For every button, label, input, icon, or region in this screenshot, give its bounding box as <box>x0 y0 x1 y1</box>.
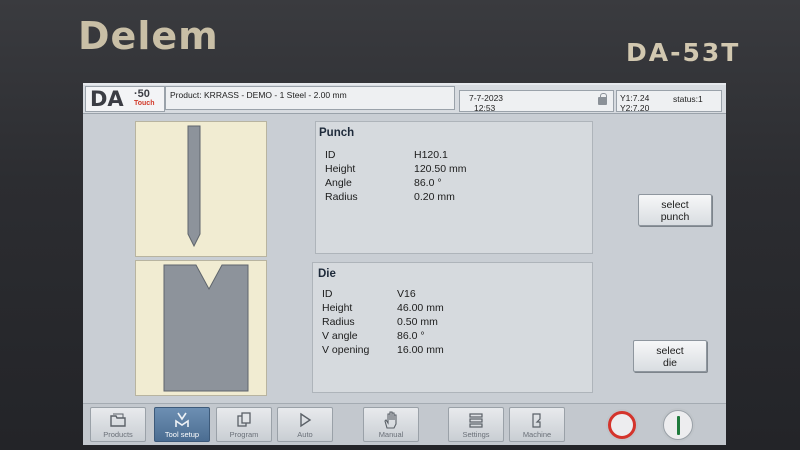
label: ID <box>325 149 336 161</box>
die-title: Die <box>318 268 336 280</box>
logo-da: DA <box>90 87 124 111</box>
device-bezel: Delem DA-53T DA ·50 Touch Product: KRRAS… <box>0 0 800 450</box>
select-punch-button[interactable]: select punch <box>638 194 712 226</box>
nav-label: Tool setup <box>164 430 200 439</box>
value: 0.20 mm <box>414 191 455 203</box>
start-bar <box>677 416 680 435</box>
nav-label: Settings <box>462 430 490 439</box>
start-icon <box>663 410 693 440</box>
value: 86.0 ° <box>414 177 442 189</box>
touch-screen: DA ·50 Touch Product: KRRASS - DEMO - 1 … <box>83 83 726 445</box>
nav-label: Products <box>103 430 133 439</box>
list-icon <box>449 408 503 430</box>
button-label: select <box>656 345 684 357</box>
value: 120.50 mm <box>414 163 467 175</box>
label: Angle <box>325 177 352 189</box>
nav-label: Program <box>229 430 259 439</box>
y2-position: Y2:7.20 <box>620 103 650 113</box>
stop-button[interactable] <box>603 408 641 442</box>
punch-title: Punch <box>319 127 355 139</box>
value: 16.00 mm <box>397 344 444 356</box>
punch-illustration <box>135 121 267 257</box>
label: Radius <box>325 191 358 203</box>
die-shape-icon <box>163 264 249 392</box>
label: Height <box>325 163 356 175</box>
label: V opening <box>322 344 370 356</box>
punch-panel: Punch ID H120.1 Height 120.50 mm Angle 8… <box>315 121 593 254</box>
folder-icon <box>91 408 145 430</box>
logo-touch: Touch <box>134 100 155 107</box>
hand-icon <box>364 408 418 430</box>
select-die-button[interactable]: select die <box>633 340 707 372</box>
value: H120.1 <box>414 149 448 161</box>
nav-label: Machine <box>522 430 552 439</box>
die-illustration <box>135 260 267 396</box>
value: 0.50 mm <box>397 316 438 328</box>
product-info[interactable]: Product: KRRASS - DEMO - 1 Steel - 2.00 … <box>165 86 455 110</box>
model-label: DA-53T <box>626 38 741 67</box>
machine-icon <box>510 408 564 430</box>
nav-settings[interactable]: Settings <box>448 407 504 442</box>
pages-icon <box>217 408 271 430</box>
nav-program[interactable]: Program <box>216 407 272 442</box>
label: ID <box>322 288 333 300</box>
header-bar: DA ·50 Touch Product: KRRASS - DEMO - 1 … <box>83 85 726 114</box>
button-label: die <box>662 357 677 369</box>
y1-position: Y1:7.24 <box>620 93 650 103</box>
label: Radius <box>322 316 355 328</box>
date: 7-7-2023 <box>469 93 504 103</box>
stop-icon <box>608 411 636 439</box>
tool-setup-content: Punch ID H120.1 Height 120.50 mm Angle 8… <box>83 114 726 404</box>
button-label: select <box>661 199 689 211</box>
button-label: punch <box>660 211 690 223</box>
machine-status: status:1 <box>673 94 703 104</box>
die-panel: Die ID V16 Height 46.00 mm Radius 0.50 m… <box>312 262 593 393</box>
bottom-navigation: Products Tool setup Program Auto Manual … <box>83 403 726 445</box>
tool-icon <box>155 408 209 430</box>
brand-logo: Delem <box>78 14 219 58</box>
da-logo: DA ·50 Touch <box>85 86 165 112</box>
start-button[interactable] <box>659 408 697 442</box>
axis-status-box: Y1:7.24 Y2:7.20 status:1 <box>616 90 722 113</box>
value: 46.00 mm <box>397 302 444 314</box>
label: V angle <box>322 330 358 342</box>
nav-products[interactable]: Products <box>90 407 146 442</box>
lock-icon[interactable] <box>598 93 607 105</box>
nav-machine[interactable]: Machine <box>509 407 565 442</box>
time: 12:53 <box>474 103 496 113</box>
nav-manual[interactable]: Manual <box>363 407 419 442</box>
value: 86.0 ° <box>397 330 425 342</box>
logo-50: ·50 <box>134 88 150 100</box>
nav-tool-setup[interactable]: Tool setup <box>154 407 210 442</box>
nav-label: Auto <box>297 430 313 439</box>
punch-shape-icon <box>187 125 201 248</box>
play-icon <box>278 408 332 430</box>
label: Height <box>322 302 353 314</box>
date-time-box: 7-7-2023 12:53 <box>459 90 614 113</box>
value: V16 <box>397 288 416 300</box>
nav-auto[interactable]: Auto <box>277 407 333 442</box>
nav-label: Manual <box>378 430 404 439</box>
